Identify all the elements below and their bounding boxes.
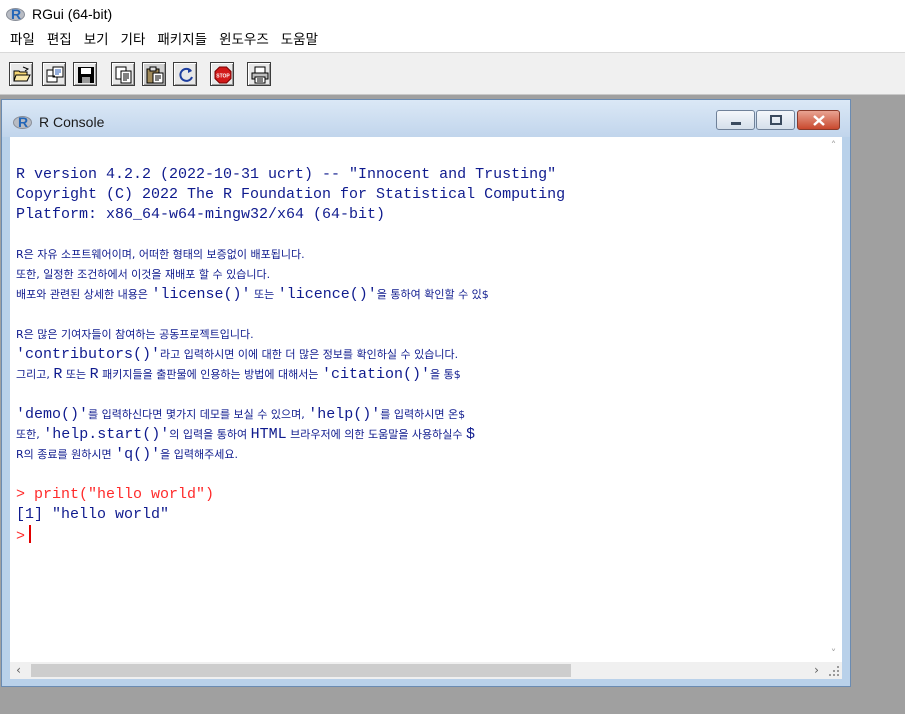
- r-logo-icon: R: [6, 6, 26, 22]
- menubar: 파일 편집 보기 기타 패키지들 윈도우즈 도움말: [0, 28, 905, 52]
- scrollbar-corner: [825, 662, 842, 679]
- console-output-line: [1] "hello world": [16, 506, 170, 523]
- menu-packages[interactable]: 패키지들: [151, 28, 213, 52]
- maximize-icon: [770, 115, 782, 125]
- horizontal-scroll-thumb[interactable]: [31, 664, 571, 677]
- paste-icon: [146, 66, 164, 84]
- console-line: 또한, 일정한 조건하에서 이것을 재배포 할 수 있습니다.: [16, 268, 271, 281]
- console-text-run: 'contributors()': [16, 346, 161, 363]
- console-text-run: 'licence()': [277, 286, 377, 303]
- menu-help[interactable]: 도움말: [275, 28, 324, 52]
- console-text-run: 배포와 관련된 상세한 내용은: [16, 288, 152, 301]
- resize-grip-icon[interactable]: [828, 665, 840, 677]
- console-line: Platform: x86_64-w64-mingw32/x64 (64-bit…: [16, 206, 386, 223]
- scroll-up-icon[interactable]: ˄: [825, 137, 842, 154]
- console-line: 'contributors()'라고 입력하시면 이에 대한 더 많은 정보를 …: [16, 345, 816, 365]
- app-title: RGui (64-bit): [32, 6, 113, 22]
- console-line: 또한, 'help.start()'의 입력을 통하여 HTML 브라우저에 의…: [16, 425, 816, 445]
- svg-text:STOP: STOP: [216, 74, 230, 80]
- console-text-run: 또한,: [16, 428, 44, 441]
- console-text-run: 브라우저에 의한 도움말을 사용하실수: [286, 428, 467, 441]
- scroll-left-icon[interactable]: ‹: [10, 662, 27, 679]
- horizontal-scrollbar[interactable]: ‹ ›: [10, 662, 825, 679]
- copy-icon: [115, 66, 132, 84]
- console-text-run: 을 통$: [430, 368, 461, 381]
- console-text-run: R의 종료를 원하시면: [16, 448, 116, 461]
- minimize-icon: [731, 122, 741, 125]
- console-input-line: > print("hello world"): [16, 486, 215, 503]
- close-button[interactable]: [797, 110, 840, 130]
- text-cursor: [29, 525, 32, 543]
- open-folder-icon: [13, 66, 31, 82]
- console-line: 그리고, R 또는 R 패키지들을 출판물에 인용하는 방법에 대해서는 'ci…: [16, 365, 816, 385]
- console-text: R version 4.2.2 (2022-10-31 ucrt) -- "In…: [16, 165, 816, 545]
- console-text-run: 그리고,: [16, 368, 54, 381]
- console-line: R은 많은 기여자들이 참여하는 공동프로젝트입니다.: [16, 328, 254, 341]
- console-text-run: 을 통하여 확인할 수 있$: [376, 288, 489, 301]
- console-text-run: 'citation()': [322, 366, 431, 383]
- console-text-run: 라고 입력하시면 이에 대한 더 많은 정보를 확인하실 수 있습니다.: [160, 348, 459, 361]
- toolbar: STOP: [0, 53, 905, 95]
- console-line: Copyright (C) 2022 The R Foundation for …: [16, 186, 566, 203]
- load-workspace-icon: [46, 66, 64, 83]
- paste-button[interactable]: [142, 62, 166, 86]
- console-text-run: 를 입력하신다면 몇가지 데모를 보실 수 있으며,: [88, 408, 309, 421]
- console-text-run: 을 입력해주세요.: [160, 448, 238, 461]
- refresh-icon: [179, 67, 193, 82]
- console-text-run: 패키지들을 출판물에 인용하는 방법에 대해서는: [98, 368, 323, 381]
- console-line: 배포와 관련된 상세한 내용은 'license()' 또는 'licence(…: [16, 285, 816, 305]
- scroll-right-icon[interactable]: ›: [808, 662, 825, 679]
- console-text-run: 'help.start()': [43, 426, 170, 443]
- menu-misc[interactable]: 기타: [115, 28, 152, 52]
- close-icon: [813, 115, 825, 126]
- stop-button[interactable]: STOP: [210, 62, 234, 86]
- load-workspace-button[interactable]: [42, 62, 66, 86]
- stop-icon: STOP: [214, 66, 232, 84]
- console-titlebar[interactable]: R R Console: [2, 100, 850, 137]
- console-line: R의 종료를 원하시면 'q()'을 입력해주세요.: [16, 445, 816, 465]
- console-prompt-line[interactable]: >: [16, 525, 816, 545]
- console-text-run: 'demo()': [16, 406, 89, 423]
- maximize-button[interactable]: [756, 110, 795, 130]
- menu-windows[interactable]: 윈도우즈: [213, 28, 275, 52]
- console-text-run: 'help()': [308, 406, 381, 423]
- menu-edit[interactable]: 편집: [41, 28, 78, 52]
- vertical-scrollbar[interactable]: ˄ ˅: [825, 137, 842, 662]
- console-text-run: 또는: [250, 288, 278, 301]
- console-text-run: R: [89, 366, 99, 383]
- console-window: R R Console R version 4.2.2 (2022-10-31 …: [1, 99, 851, 687]
- console-line: 'demo()'를 입력하신다면 몇가지 데모를 보실 수 있으며, 'help…: [16, 405, 816, 425]
- console-line: R은 자유 소프트웨어이며, 어떠한 형태의 보증없이 배포됩니다.: [16, 248, 305, 261]
- save-workspace-button[interactable]: [73, 62, 97, 86]
- menu-file[interactable]: 파일: [4, 28, 41, 52]
- console-text-run: 를 입력하시면 온$: [380, 408, 466, 421]
- console-text-run: HTML: [250, 426, 287, 443]
- scroll-down-icon[interactable]: ˅: [825, 645, 842, 662]
- floppy-disk-icon: [78, 67, 94, 83]
- r-logo-icon: R: [13, 114, 33, 130]
- console-output-area[interactable]: R version 4.2.2 (2022-10-31 ucrt) -- "In…: [10, 137, 842, 679]
- console-text-run: 또는: [62, 368, 90, 381]
- console-text-run: 의 입력을 통하여: [169, 428, 251, 441]
- copy-paste-button[interactable]: [173, 62, 197, 86]
- print-button[interactable]: [247, 62, 271, 86]
- console-title: R Console: [39, 114, 105, 130]
- console-prompt: >: [16, 528, 26, 545]
- console-text-run: 'q()': [115, 446, 161, 463]
- printer-icon: [251, 66, 269, 84]
- menu-view[interactable]: 보기: [78, 28, 115, 52]
- minimize-button[interactable]: [716, 110, 755, 130]
- open-script-button[interactable]: [9, 62, 33, 86]
- copy-button[interactable]: [111, 62, 135, 86]
- console-text-run: 'license()': [151, 286, 251, 303]
- console-text-run: $: [466, 426, 476, 443]
- app-titlebar: R RGui (64-bit): [0, 0, 905, 28]
- console-line: R version 4.2.2 (2022-10-31 ucrt) -- "In…: [16, 166, 557, 183]
